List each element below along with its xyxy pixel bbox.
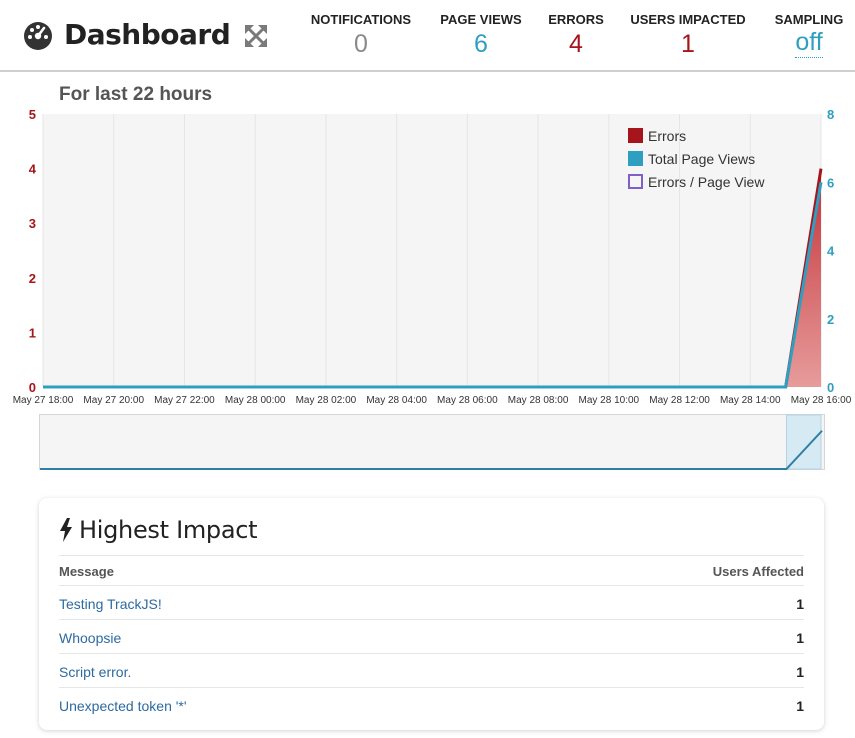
card-header: Highest Impact xyxy=(59,516,258,544)
stat-label: PAGE VIEWS xyxy=(440,12,522,27)
column-header-message: Message xyxy=(59,564,114,579)
x-tick-label: May 28 16:00 xyxy=(791,395,852,406)
navigator-background xyxy=(39,414,825,470)
dashboard-gauge-icon xyxy=(24,21,52,50)
table-row: Testing TrackJS! 1 xyxy=(59,585,804,619)
stat-value: 4 xyxy=(569,30,583,58)
column-header-users: Users Affected xyxy=(712,564,804,579)
stat-label: SAMPLING xyxy=(774,12,844,27)
error-message-link[interactable]: Whoopsie xyxy=(59,630,121,646)
y-right-tick-label: 2 xyxy=(827,312,834,327)
table-row: Whoopsie 1 xyxy=(59,619,804,653)
users-affected-count: 1 xyxy=(796,595,804,612)
y-left-tick-label: 4 xyxy=(29,162,37,177)
users-affected-count: 1 xyxy=(796,629,804,646)
x-tick-label: May 28 04:00 xyxy=(366,395,427,406)
table-header: Message Users Affected xyxy=(59,555,804,585)
x-tick-label: May 28 00:00 xyxy=(225,395,286,406)
table-row: Script error. 1 xyxy=(59,653,804,687)
y-left-tick-label: 5 xyxy=(29,107,36,122)
y-right-tick-label: 4 xyxy=(827,244,835,259)
y-right-tick-label: 0 xyxy=(827,380,834,395)
errors-pageviews-chart: 0 1 2 3 4 5 0 2 4 6 8 May 27 18:00 May 27 20:00 May 2… xyxy=(13,107,852,406)
users-affected-count: 1 xyxy=(796,663,804,680)
y-right-tick-label: 8 xyxy=(827,107,834,122)
card-title: Highest Impact xyxy=(79,516,258,544)
error-message-link[interactable]: Unexpected token '*' xyxy=(59,698,187,714)
y-left-tick-label: 2 xyxy=(29,271,36,286)
chart-navigator[interactable] xyxy=(39,414,825,472)
y-left-tick-label: 0 xyxy=(29,380,36,395)
legend-label: Errors / Page View xyxy=(648,174,765,190)
stat-label: NOTIFICATIONS xyxy=(310,12,412,27)
lightning-bolt-icon xyxy=(60,518,72,542)
sampling-toggle-link[interactable]: off xyxy=(795,30,823,58)
legend-label: Errors xyxy=(648,128,686,144)
x-tick-label: May 28 10:00 xyxy=(579,395,640,406)
y-right-tick-label: 6 xyxy=(827,175,834,190)
dashboard-header: Dashboard NOTIFICATIONS 0 PAGE VIEWS 6 E… xyxy=(0,0,855,72)
legend-swatch xyxy=(628,151,643,166)
error-message-link[interactable]: Testing TrackJS! xyxy=(59,596,162,612)
legend-label: Total Page Views xyxy=(648,151,755,167)
stat-value: 1 xyxy=(681,30,695,58)
stat-value: 0 xyxy=(354,30,368,58)
impact-table: Message Users Affected Testing TrackJS! … xyxy=(59,555,804,721)
stat-notifications: NOTIFICATIONS 0 xyxy=(310,12,412,59)
stat-label: USERS IMPACTED xyxy=(630,12,746,27)
stat-page-views: PAGE VIEWS 6 xyxy=(439,12,523,59)
stat-label: ERRORS xyxy=(548,12,604,27)
error-message-link[interactable]: Script error. xyxy=(59,664,131,680)
table-row: Unexpected token '*' 1 xyxy=(59,687,804,721)
x-tick-label: May 27 18:00 xyxy=(13,395,74,406)
expand-arrows-icon[interactable] xyxy=(244,24,268,48)
stat-users-impacted: USERS IMPACTED 1 xyxy=(629,12,747,59)
x-tick-label: May 28 08:00 xyxy=(508,395,569,406)
x-tick-label: May 28 12:00 xyxy=(649,395,710,406)
page-title: Dashboard xyxy=(64,18,231,51)
x-tick-label: May 27 22:00 xyxy=(154,395,215,406)
stat-errors: ERRORS 4 xyxy=(547,12,605,59)
x-tick-label: May 27 20:00 xyxy=(83,395,144,406)
highest-impact-card: Highest Impact Message Users Affected Te… xyxy=(39,498,824,730)
y-left-tick-label: 3 xyxy=(29,216,36,231)
chart-title: For last 22 hours xyxy=(59,84,213,105)
title-group: Dashboard xyxy=(22,18,268,51)
stat-value: 6 xyxy=(474,30,488,58)
stat-sampling: SAMPLING off xyxy=(771,12,847,58)
users-affected-count: 1 xyxy=(796,697,804,714)
x-tick-label: May 28 02:00 xyxy=(296,395,357,406)
x-tick-label: May 28 14:00 xyxy=(720,395,781,406)
legend-swatch xyxy=(628,128,643,143)
x-tick-label: May 28 06:00 xyxy=(437,395,498,406)
y-left-tick-label: 1 xyxy=(29,325,36,340)
navigator-selection xyxy=(785,414,822,470)
